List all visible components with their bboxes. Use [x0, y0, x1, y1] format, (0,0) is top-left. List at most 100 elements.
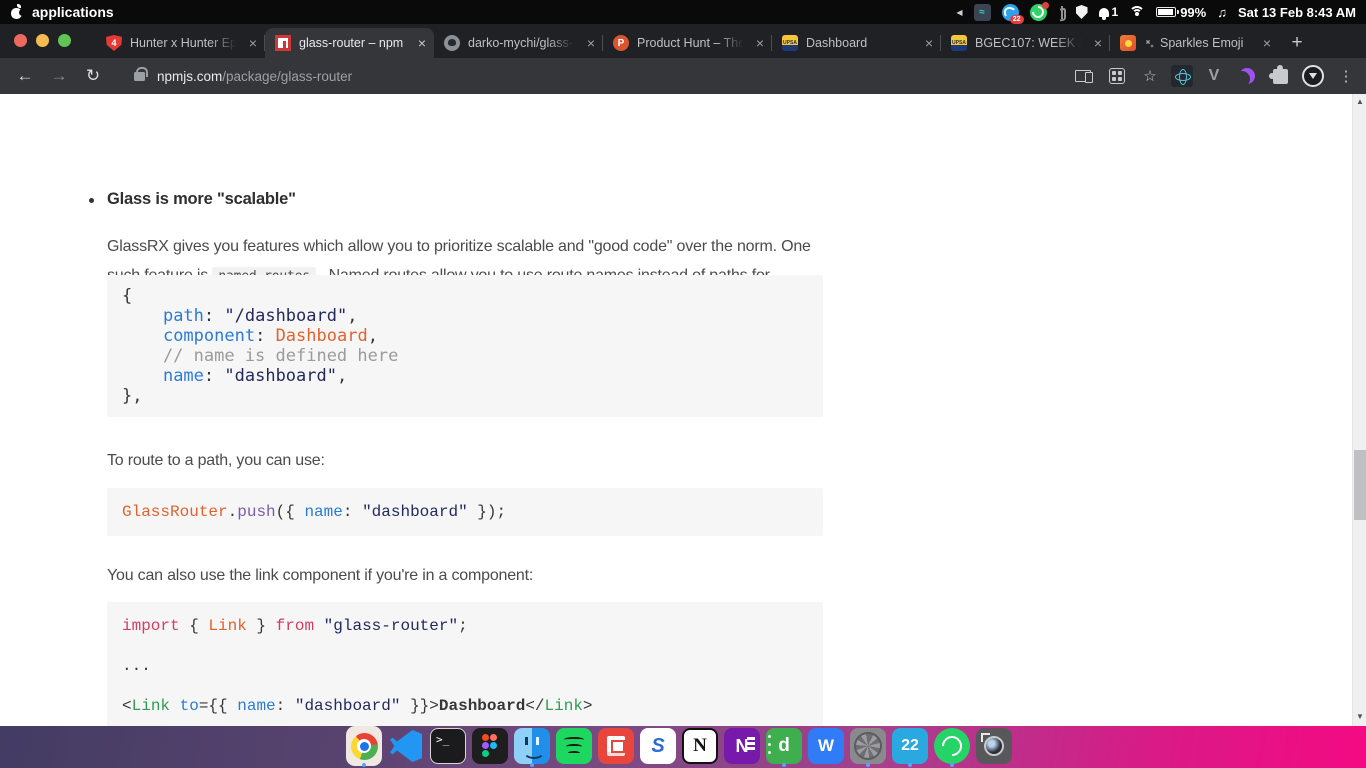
chevron-left-icon[interactable]: ◀	[956, 8, 962, 17]
notification-count: 1	[1111, 5, 1119, 19]
tab-close-icon[interactable]: ×	[249, 36, 257, 50]
tab-label: glass-router – npm	[299, 36, 404, 50]
battery-icon	[1156, 7, 1180, 17]
system-menubar: applications ◀ ≈ 22 1 99% ♫ Sat 13 Feb 8…	[0, 0, 1366, 24]
tab-label: Hunter x Hunter Epi	[130, 36, 240, 50]
dock-icon-spotify[interactable]	[556, 728, 592, 764]
back-button[interactable]: ←	[8, 66, 42, 86]
whatsapp-unread-dot	[1041, 1, 1049, 9]
paragraph-route-path: To route to a path, you can use:	[107, 452, 325, 469]
vue-devtools-icon[interactable]: V	[1202, 64, 1226, 88]
dock: >_ S N N d W 22	[346, 726, 1012, 767]
window-close-button[interactable]	[14, 34, 27, 47]
sparkles-icon	[1144, 38, 1154, 48]
notification-bell-icon[interactable]: 1	[1098, 5, 1119, 20]
paragraph-link-component: You can also use the link component if y…	[107, 567, 534, 584]
new-tab-button[interactable]: +	[1283, 29, 1311, 57]
twitter-badge: 22	[1009, 14, 1024, 24]
devices-extension-icon[interactable]	[1072, 64, 1096, 88]
forward-button[interactable]: →	[42, 66, 76, 86]
tab-close-icon[interactable]: ×	[756, 36, 764, 50]
dark-mode-moon-icon[interactable]	[1235, 64, 1259, 88]
twitter-icon[interactable]: 22	[1001, 3, 1024, 24]
dock-icon-twenty-two[interactable]: 22	[892, 728, 928, 767]
tab-hunter-x-hunter[interactable]: 4 Hunter x Hunter Epi ×	[96, 28, 265, 58]
tab-close-icon[interactable]: ×	[1263, 36, 1271, 50]
tab-product-hunt[interactable]: P Product Hunt – The ×	[603, 28, 772, 58]
dock-icon-onenote[interactable]: N	[724, 728, 760, 764]
code-block-route-definition[interactable]: { path: "/dashboard", component: Dashboa…	[107, 275, 823, 417]
dock-icon-dictionary[interactable]	[598, 728, 634, 764]
grid-extension-icon[interactable]	[1105, 64, 1129, 88]
dock-icon-terminal[interactable]: >_	[430, 728, 466, 764]
tab-close-icon[interactable]: ×	[1094, 36, 1102, 50]
url-domain: npmjs.com	[157, 68, 223, 84]
lock-icon[interactable]	[134, 66, 148, 81]
browser-menu-icon[interactable]: ⋮	[1334, 64, 1358, 88]
menubar-clock[interactable]: Sat 13 Feb 8:43 AM	[1238, 5, 1356, 20]
tab-bgec107[interactable]: UPSA BGEC107: WEEK 3 ×	[941, 28, 1110, 58]
scroll-down-icon[interactable]: ▼	[1353, 712, 1366, 721]
window-minimize-button[interactable]	[36, 34, 49, 47]
dock-icon-journal[interactable]: d	[766, 728, 802, 767]
whatsapp-icon[interactable]	[1029, 1, 1049, 21]
page-scrollbar[interactable]: ▲ ▼	[1352, 94, 1366, 726]
dock-icon-simplenote[interactable]: S	[640, 728, 676, 764]
page-content: Glass is more "scalable" GlassRX gives y…	[0, 94, 1366, 726]
music-note-icon[interactable]: ♫	[1217, 5, 1227, 20]
bluetooth-icon[interactable]	[1058, 5, 1065, 19]
menubar-app-label[interactable]: applications	[32, 4, 114, 20]
browser-toolbar: ← → ↻ npmjs.com/package/glass-router ☆ V…	[0, 58, 1366, 94]
bookmark-star-icon[interactable]: ☆	[1138, 64, 1162, 88]
dock-icon-chrome[interactable]	[346, 726, 382, 767]
dock-icon-finder[interactable]	[514, 728, 550, 767]
url-path: /package/glass-router	[222, 68, 353, 84]
dock-icon-settings[interactable]	[850, 728, 886, 767]
tab-label: Product Hunt – The	[637, 36, 746, 50]
tab-github-glass[interactable]: darko-mychi/glass- ×	[434, 28, 603, 58]
window-controls	[14, 34, 71, 47]
battery-percent: 99%	[1180, 4, 1207, 20]
section-heading: Glass is more "scalable"	[107, 190, 296, 208]
upsa-favicon: UPSA	[782, 35, 798, 51]
npm-favicon	[275, 35, 291, 51]
tab-close-icon[interactable]: ×	[418, 36, 426, 50]
scrollbar-thumb[interactable]	[1354, 450, 1366, 520]
dock-icon-figma[interactable]	[472, 728, 508, 764]
tab-dashboard[interactable]: UPSA Dashboard ×	[772, 28, 941, 58]
react-devtools-icon[interactable]	[1171, 65, 1193, 87]
browser-tab-bar: 4 Hunter x Hunter Epi × glass-router – n…	[0, 24, 1366, 58]
list-bullet	[89, 198, 94, 203]
tab-sparkles-emoji[interactable]: Sparkles Emoji ×	[1110, 28, 1279, 58]
reload-button[interactable]: ↻	[76, 66, 110, 86]
wifi-icon[interactable]	[1129, 6, 1146, 18]
tab-close-icon[interactable]: ×	[587, 36, 595, 50]
window-maximize-button[interactable]	[58, 34, 71, 47]
battery-indicator[interactable]: 99%	[1156, 5, 1206, 20]
tab-label: BGEC107: WEEK 3	[975, 36, 1086, 50]
tab-label: darko-mychi/glass-	[468, 36, 573, 50]
github-favicon	[444, 35, 460, 51]
tab-glass-router-npm[interactable]: glass-router – npm ×	[265, 28, 434, 58]
onetab-extension-icon[interactable]	[1301, 64, 1325, 88]
code-block-push[interactable]: GlassRouter.push({ name: "dashboard" });	[107, 488, 823, 536]
shield-icon[interactable]	[1075, 5, 1088, 19]
tab-label: Dashboard	[806, 36, 868, 50]
scroll-up-icon[interactable]: ▲	[1353, 97, 1366, 106]
upsa-favicon: UPSA	[951, 35, 967, 51]
extensions-puzzle-icon[interactable]	[1268, 64, 1292, 88]
dock-icon-whatsapp[interactable]	[934, 728, 970, 767]
anime-site-favicon: 4	[106, 35, 122, 51]
product-hunt-favicon: P	[613, 35, 629, 51]
tab-close-icon[interactable]: ×	[925, 36, 933, 50]
dock-icon-wps-office[interactable]: W	[808, 728, 844, 764]
dock-icon-vscode[interactable]	[388, 728, 424, 764]
dock-icon-notion[interactable]: N	[682, 728, 718, 764]
app-indicator-icon[interactable]: ≈	[973, 3, 991, 21]
emoji-book-favicon	[1120, 35, 1136, 51]
dock-icon-screenshot[interactable]	[976, 728, 1012, 764]
address-bar[interactable]: npmjs.com/package/glass-router	[157, 69, 352, 84]
apple-logo-icon[interactable]	[10, 4, 26, 19]
code-block-link[interactable]: import { Link } from "glass-router"; ...…	[107, 602, 823, 726]
tab-label: Sparkles Emoji	[1160, 36, 1244, 50]
